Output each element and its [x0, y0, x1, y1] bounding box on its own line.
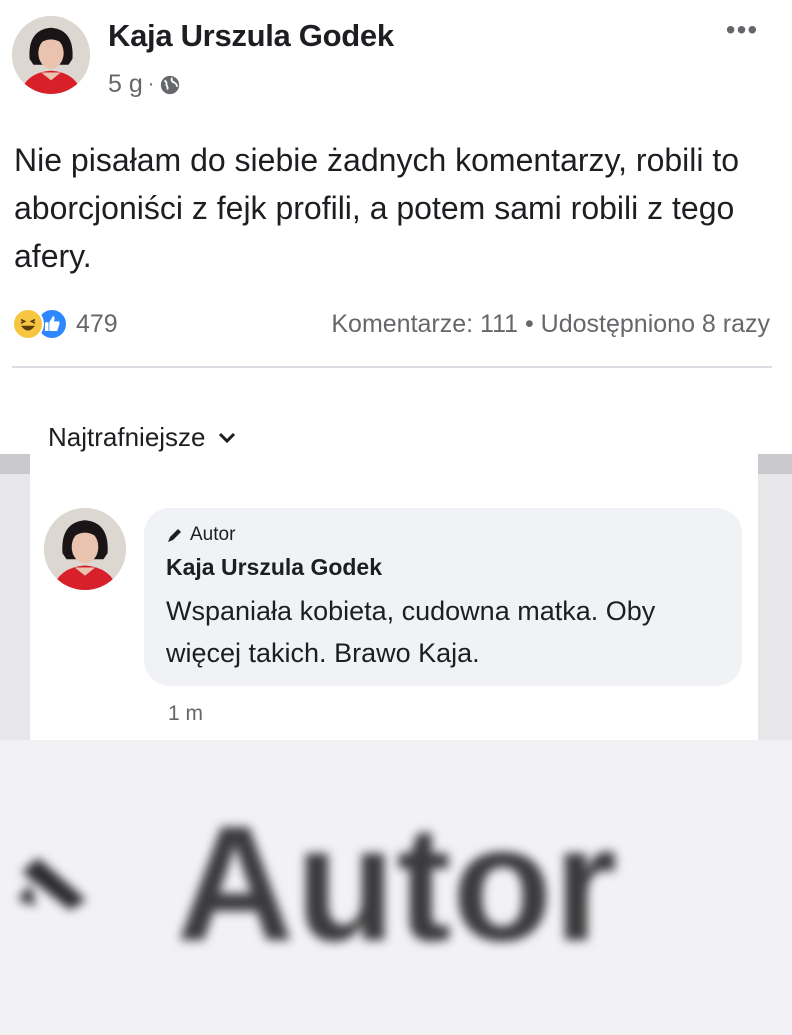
- sort-label: Najtrafniejsze: [48, 422, 206, 452]
- zoomed-badge-panel: Autor: [0, 740, 792, 1035]
- reactions-summary[interactable]: 479: [12, 306, 118, 342]
- author-badge-label: Autor: [190, 524, 236, 545]
- zoomed-author-label: Autor: [176, 792, 619, 975]
- chevron-down-icon: [218, 432, 235, 443]
- comment-bubble: Autor Kaja Urszula Godek Wspaniała kobie…: [144, 508, 742, 686]
- comment-author-name[interactable]: Kaja Urszula Godek: [166, 554, 382, 581]
- post-author-name[interactable]: Kaja Urszula Godek: [108, 18, 394, 54]
- comment-sort-dropdown[interactable]: Najtrafniejsze: [48, 422, 236, 453]
- comment-author-avatar[interactable]: [44, 508, 126, 590]
- screenshot-frame-band-right: [758, 454, 792, 474]
- comment-text: Wspaniała kobieta, cudowna matka. Oby wi…: [166, 596, 656, 668]
- post-meta: 5 g ·: [108, 70, 181, 99]
- pencil-icon: [168, 529, 181, 542]
- meta-separator: ·: [147, 73, 155, 95]
- comment-time[interactable]: 1 m: [168, 702, 203, 726]
- post-text: Nie pisałam do siebie żadnych komentarzy…: [14, 142, 740, 274]
- haha-icon: [12, 308, 44, 340]
- divider: [12, 366, 772, 368]
- avatar-photo: [12, 16, 90, 94]
- screenshot-frame-band-left: [0, 454, 30, 474]
- post-time[interactable]: 5 g: [108, 70, 143, 99]
- reaction-count: 479: [76, 309, 118, 338]
- comments-shares-stats[interactable]: Komentarze: 111 • Udostępniono 8 razy: [331, 310, 770, 339]
- more-options-button[interactable]: •••: [722, 16, 762, 44]
- pencil-icon: [18, 858, 86, 910]
- author-badge: Autor: [166, 524, 235, 546]
- author-avatar[interactable]: [12, 16, 90, 94]
- avatar-photo: [44, 508, 126, 590]
- globe-icon[interactable]: [159, 74, 181, 96]
